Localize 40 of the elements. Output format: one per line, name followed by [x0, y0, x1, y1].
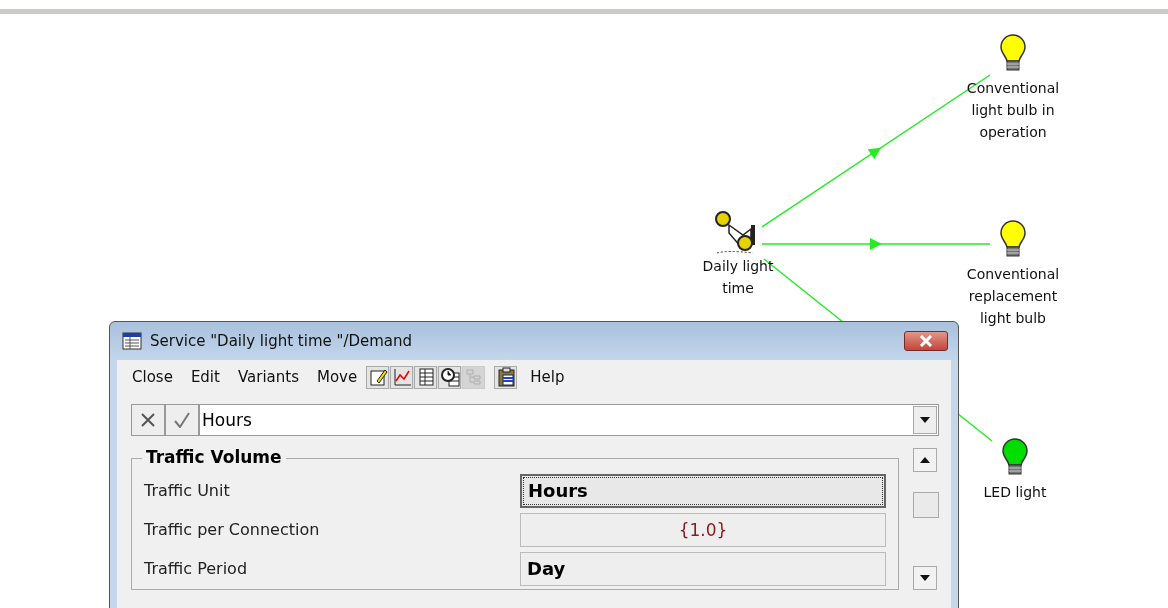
cross-icon	[140, 412, 156, 428]
menu-item[interactable]: Edit	[181, 368, 229, 386]
caret-icon	[920, 417, 930, 423]
check-icon	[173, 412, 191, 428]
dropdown-button[interactable]	[913, 406, 937, 434]
menu-item[interactable]: Help	[521, 368, 574, 386]
menu-item[interactable]: Move	[307, 368, 367, 386]
value-field[interactable]: Hours	[199, 404, 939, 436]
down-arrow-icon	[920, 575, 930, 581]
accept-button[interactable]	[165, 404, 199, 436]
toolbar-button[interactable]	[494, 365, 518, 389]
close-icon	[919, 335, 933, 347]
toolbar-button[interactable]	[414, 365, 438, 389]
value-field[interactable]: Day	[520, 551, 886, 586]
node-label: Conventional light bulb in operation	[965, 79, 1061, 142]
window-icon	[122, 332, 142, 350]
node-label: Daily light time	[701, 257, 775, 298]
scroll-thumb[interactable]	[913, 492, 939, 518]
field-label: Traffic Unit	[144, 481, 231, 500]
clipboard-icon	[495, 367, 516, 387]
value-field[interactable]: Hours	[520, 473, 886, 508]
node-label: LED light	[982, 483, 1048, 502]
field-label: Traffic per Connection	[144, 520, 321, 539]
notepad-icon	[367, 367, 388, 387]
scroll-up-button[interactable]	[913, 448, 937, 472]
value-field[interactable]: {1.0}	[520, 512, 886, 547]
window-title: Service "Daily light time "/Demand	[150, 332, 414, 350]
menu-item[interactable]: Variants	[228, 368, 308, 386]
toolbar-button[interactable]	[438, 365, 462, 389]
toolbar-button[interactable]	[366, 365, 390, 389]
chart-icon	[391, 367, 412, 387]
tree-icon	[463, 367, 484, 387]
up-arrow-icon	[920, 457, 930, 463]
menu-item[interactable]: Close	[123, 368, 182, 386]
scroll-down-button[interactable]	[913, 566, 937, 590]
close-button[interactable]	[904, 331, 948, 351]
field-label: Traffic Period	[144, 559, 249, 578]
clock-table-icon	[439, 367, 460, 387]
node-label: Conventional replacement light bulb	[965, 265, 1061, 328]
cancel-button[interactable]	[131, 404, 165, 436]
